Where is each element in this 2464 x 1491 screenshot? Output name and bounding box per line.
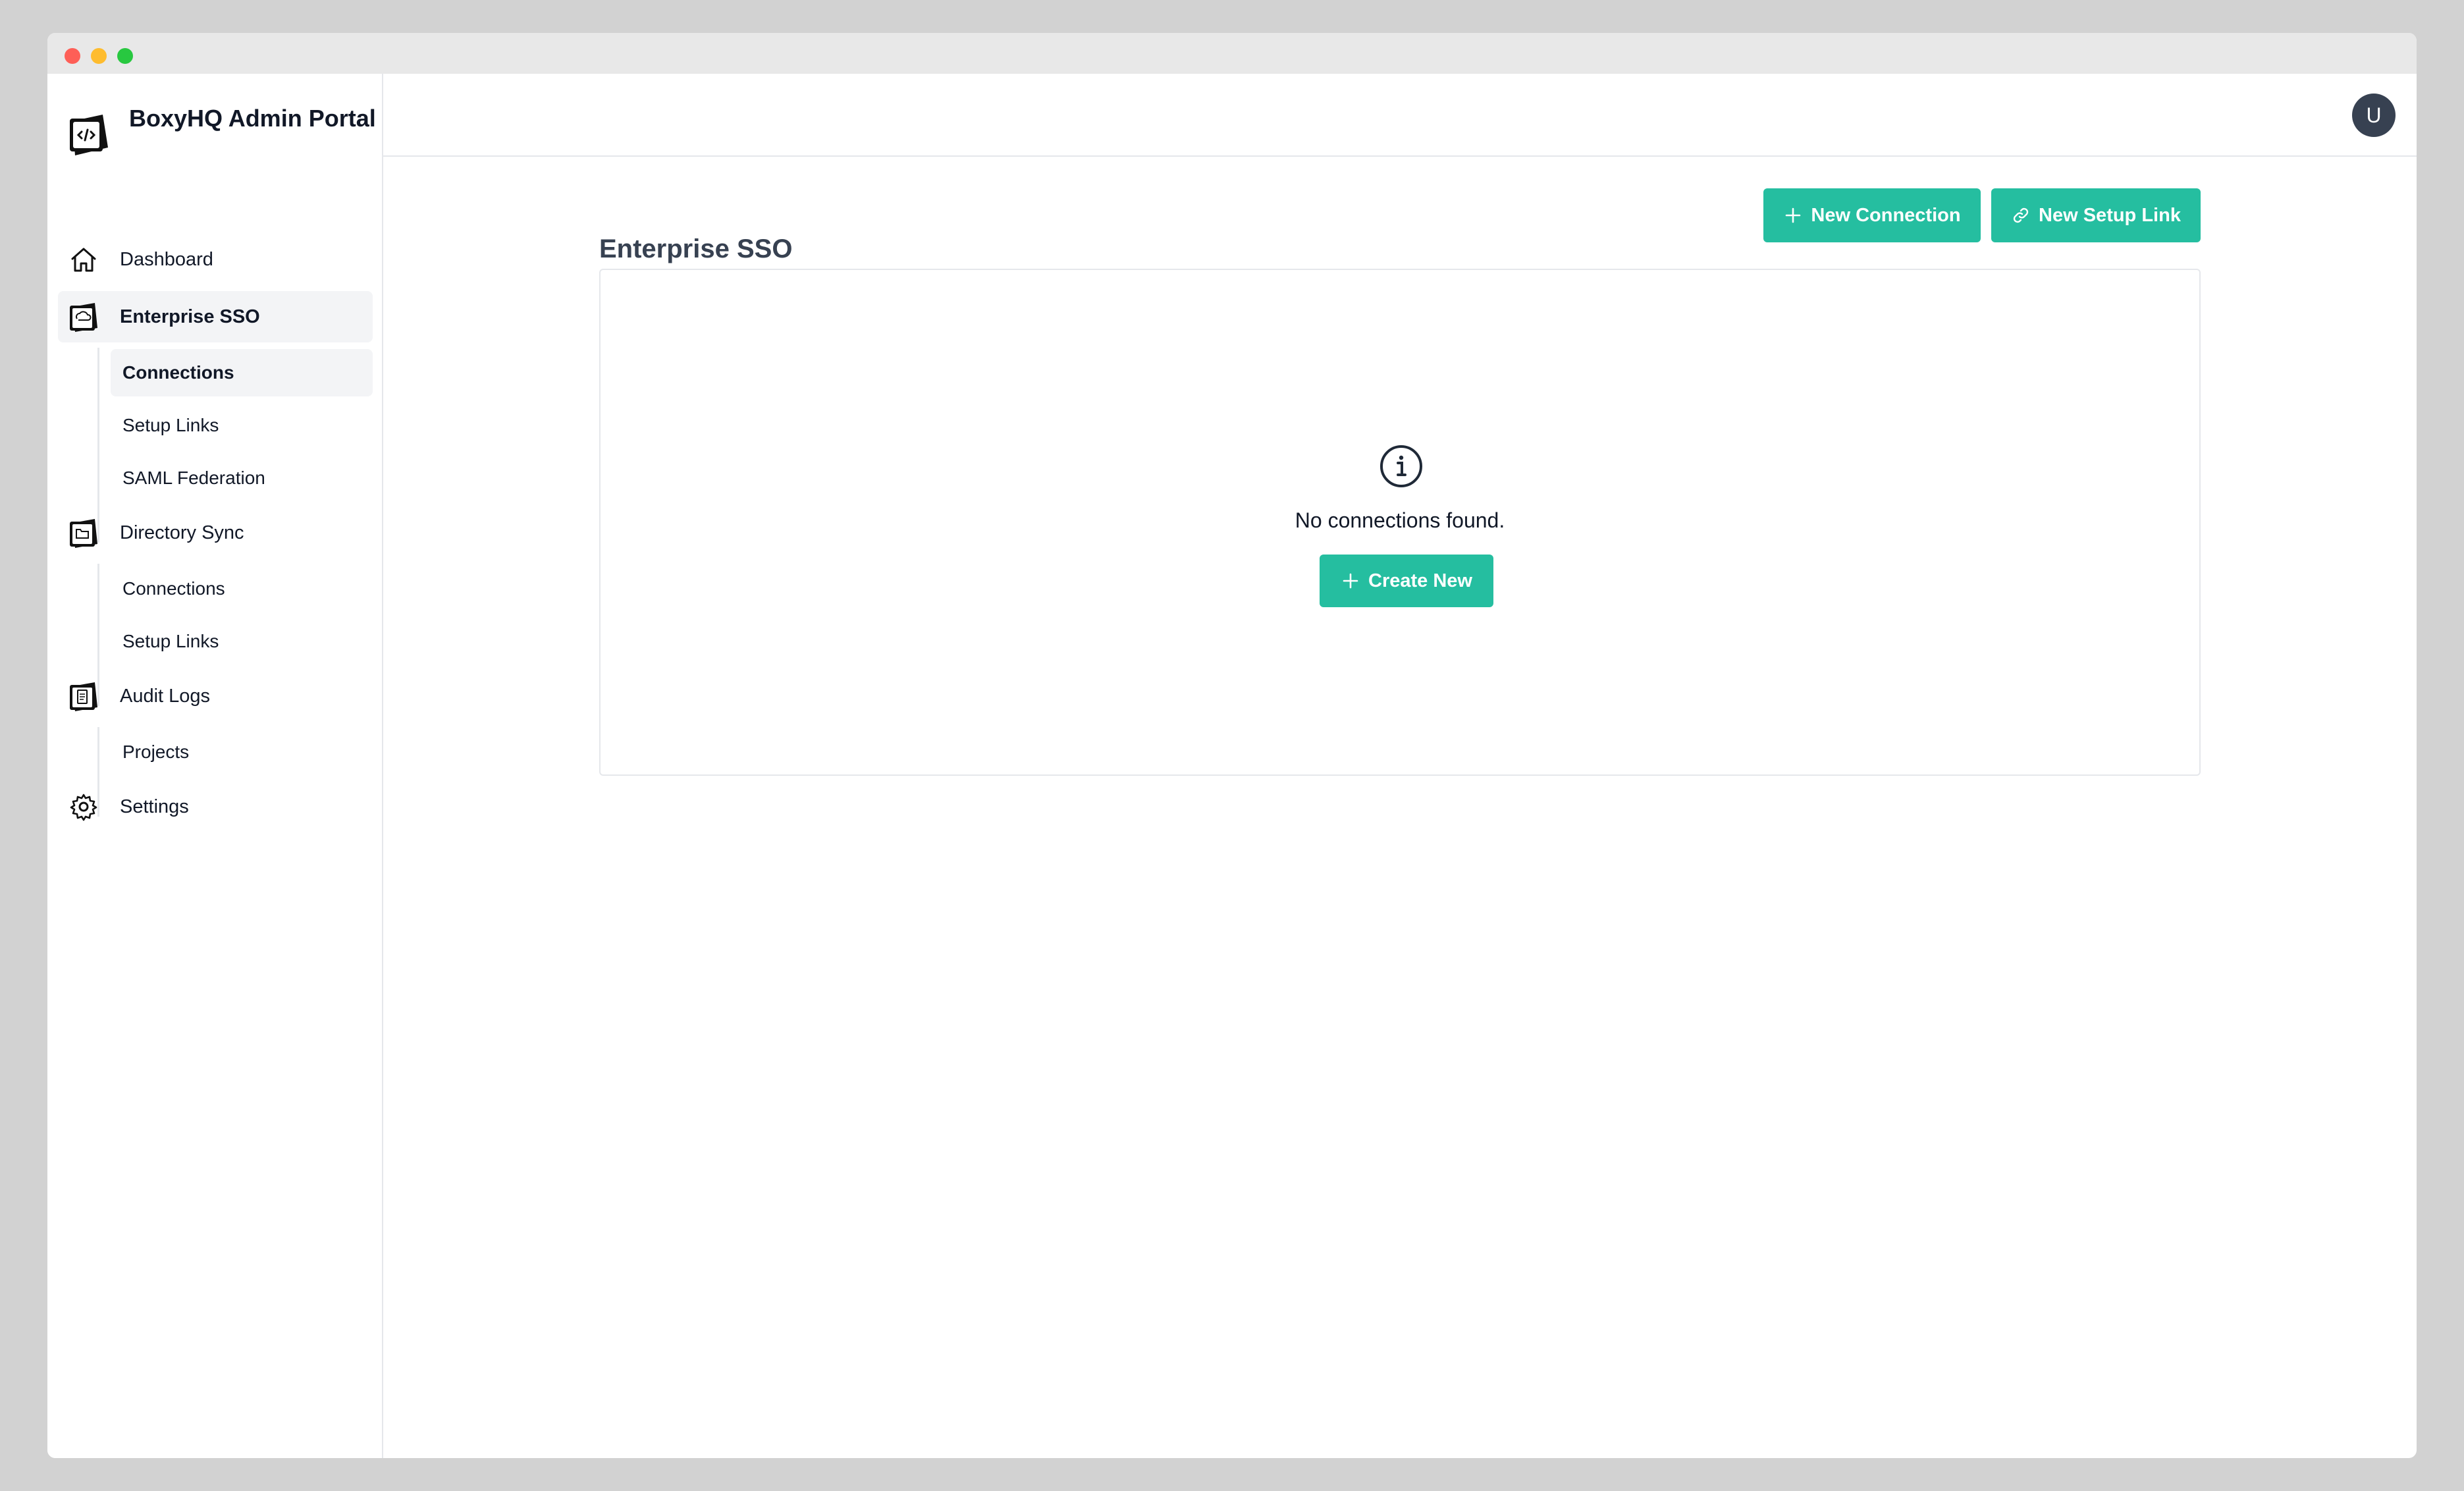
plus-icon bbox=[1343, 573, 1358, 589]
brand[interactable]: BoxyHQ Admin Portal bbox=[66, 100, 376, 173]
sub-nav-label: Projects bbox=[122, 742, 190, 762]
empty-message: No connections found. bbox=[1295, 508, 1505, 532]
sidebar: BoxyHQ Admin Portal Dashboard Enterprise… bbox=[47, 74, 383, 1458]
new-connection-button[interactable]: New Connection bbox=[1763, 188, 1981, 242]
app-window: BoxyHQ Admin Portal Dashboard Enterprise… bbox=[47, 33, 2417, 1458]
page-title: Enterprise SSO bbox=[599, 234, 793, 263]
nav-label: Enterprise SSO bbox=[120, 306, 260, 327]
clipboard-list-icon bbox=[70, 682, 97, 711]
close-window-button[interactable] bbox=[65, 48, 80, 64]
nav-item-enterprise-sso[interactable]: Enterprise SSO bbox=[58, 291, 373, 342]
nav-label: Settings bbox=[120, 796, 189, 817]
nav-item-settings[interactable]: Settings bbox=[58, 781, 373, 832]
sub-nav-saml-federation[interactable]: SAML Federation bbox=[111, 454, 373, 502]
maximize-window-button[interactable] bbox=[117, 48, 133, 64]
minimize-window-button[interactable] bbox=[91, 48, 107, 64]
link-icon bbox=[2013, 207, 2029, 223]
nav-label: Dashboard bbox=[120, 249, 213, 270]
user-avatar[interactable]: U bbox=[2352, 94, 2396, 137]
boxyhq-logo-icon bbox=[70, 115, 108, 155]
sub-nav-label: Connections bbox=[122, 578, 225, 599]
window-titlebar bbox=[47, 33, 2417, 74]
cloud-lock-icon bbox=[70, 303, 97, 332]
nav-item-directory-sync[interactable]: Directory Sync bbox=[58, 507, 373, 558]
top-header: U bbox=[383, 74, 2417, 157]
sub-nav-label: SAML Federation bbox=[122, 468, 265, 488]
button-label: New Connection bbox=[1811, 204, 1961, 226]
sub-nav-label: Connections bbox=[122, 362, 234, 383]
gear-icon bbox=[70, 794, 97, 821]
nav-item-dashboard[interactable]: Dashboard bbox=[58, 234, 373, 285]
folder-sync-icon bbox=[70, 519, 97, 548]
create-new-button[interactable]: Create New bbox=[1320, 555, 1493, 607]
sub-nav-sso-connections[interactable]: Connections bbox=[111, 349, 373, 396]
new-setup-link-button[interactable]: New Setup Link bbox=[1991, 188, 2201, 242]
sub-nav-label: Setup Links bbox=[122, 415, 219, 435]
info-icon bbox=[1380, 445, 1422, 487]
nav-label: Directory Sync bbox=[120, 522, 244, 543]
sub-nav-dsync-connections[interactable]: Connections bbox=[111, 565, 373, 612]
button-label: Create New bbox=[1368, 570, 1472, 591]
nav-item-audit-logs[interactable]: Audit Logs bbox=[58, 670, 373, 722]
nav-label: Audit Logs bbox=[120, 686, 211, 707]
connections-empty-state: No connections found. Create New bbox=[599, 269, 2201, 776]
sub-nav-label: Setup Links bbox=[122, 631, 219, 651]
button-label: New Setup Link bbox=[2039, 204, 2181, 226]
brand-title: BoxyHQ Admin Portal bbox=[129, 105, 376, 132]
plus-icon bbox=[1786, 207, 1801, 223]
sub-nav-projects[interactable]: Projects bbox=[111, 728, 373, 776]
home-icon bbox=[71, 248, 96, 272]
sub-nav-sso-setup-links[interactable]: Setup Links bbox=[111, 402, 373, 449]
sub-nav-dsync-setup-links[interactable]: Setup Links bbox=[111, 618, 373, 665]
